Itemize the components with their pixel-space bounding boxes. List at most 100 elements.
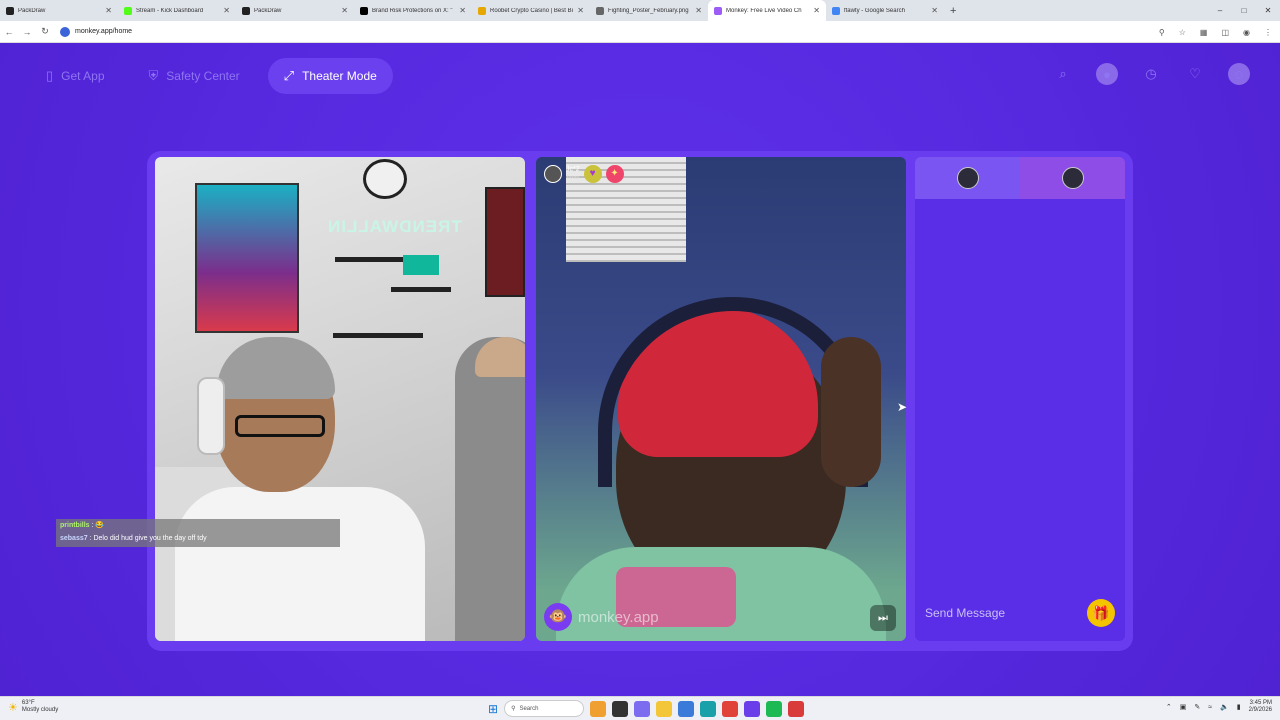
shelf-item xyxy=(403,255,439,275)
chat-tab-remote-user[interactable] xyxy=(1020,157,1125,199)
tab-title: Monkey: Free Live Video Ch xyxy=(726,7,802,14)
app-icon[interactable] xyxy=(634,700,651,717)
shield-icon: ⛨ xyxy=(148,68,159,83)
messenger-icon[interactable] xyxy=(744,700,761,717)
site-info-icon[interactable] xyxy=(60,26,70,37)
heart-icon[interactable]: ♥ xyxy=(583,165,602,183)
tab-favicon-icon xyxy=(478,6,486,15)
battery-icon[interactable]: ▮ xyxy=(1237,703,1241,711)
overlay-chat-message: Delo did hud give you the day off tdy xyxy=(93,535,207,542)
tab-close-icon[interactable]: ✕ xyxy=(695,6,702,15)
chat-footer: 🎁 xyxy=(915,585,1125,641)
browser-tab[interactable]: Monkey: Free Live Video Ch ✕ xyxy=(708,0,826,21)
messages-icon[interactable]: ♡ xyxy=(1184,63,1206,85)
address-bar-actions: ⚲ ☆ ▦ ◫ ◉ ⋮ xyxy=(1159,21,1272,43)
profile-icon[interactable]: ◉ xyxy=(1243,28,1250,37)
extensions-icon[interactable]: ▦ xyxy=(1200,28,1208,37)
user-avatar-icon[interactable]: ☺ xyxy=(1228,63,1250,85)
expand-icon: ⤢ xyxy=(283,68,295,83)
tab-favicon-icon xyxy=(360,6,368,15)
video-stage: TRENDWALLIN Jc*2 Texas ♥ ✦ 🐵 monkey.app … xyxy=(147,151,1133,651)
tab-close-icon[interactable]: ✕ xyxy=(813,6,820,15)
remote-user-location: Texas xyxy=(566,175,580,181)
history-icon[interactable]: ◷ xyxy=(1140,63,1162,85)
minimize-button[interactable]: – xyxy=(1208,6,1232,15)
bookmark-star-icon[interactable]: ☆ xyxy=(1179,28,1186,37)
overlay-chat-line: sebass7 : Delo did hud give you the day … xyxy=(60,535,207,542)
file-explorer-icon[interactable] xyxy=(656,700,673,717)
tab-close-icon[interactable]: ✕ xyxy=(341,6,348,15)
remote-user-info: Jc*2 Texas xyxy=(566,166,580,182)
tab-close-icon[interactable]: ✕ xyxy=(459,6,466,15)
zoom-icon[interactable]: ⚲ xyxy=(1159,28,1165,37)
edge-icon[interactable] xyxy=(700,700,717,717)
hand xyxy=(821,337,881,487)
top-nav: ▯ Get App ⛨ Safety Center ⤢ Theater Mode xyxy=(30,58,393,94)
copilot-icon[interactable] xyxy=(590,700,607,717)
url-field[interactable]: monkey.app/home xyxy=(60,26,133,37)
beanie xyxy=(217,337,335,399)
menu-icon[interactable]: ⋮ xyxy=(1264,28,1272,37)
tab-title: ffawty - Google Search xyxy=(844,7,905,14)
chrome-icon[interactable] xyxy=(722,700,739,717)
system-clock[interactable]: 3:45 PM 2/9/2026 xyxy=(1249,700,1272,714)
tab-title: PackDraw xyxy=(254,7,282,14)
wifi-icon[interactable]: ≈ xyxy=(1208,704,1212,711)
new-tab-button[interactable]: + xyxy=(950,5,956,17)
skip-next-button[interactable]: ⏭ xyxy=(870,605,896,631)
split-view-icon[interactable]: ◫ xyxy=(1221,28,1229,37)
taskbar-apps: ⊞ ⚲ Search xyxy=(488,700,805,717)
clock-date: 2/9/2026 xyxy=(1248,707,1272,713)
spotify-icon[interactable] xyxy=(766,700,783,717)
browser-tab[interactable]: PackDraw ✕ xyxy=(0,0,118,21)
url-text: monkey.app/home xyxy=(75,28,133,35)
overlay-chat-message: 😂 xyxy=(95,522,105,529)
nav-safety-center-button[interactable]: ⛨ Safety Center xyxy=(133,58,256,94)
tab-close-icon[interactable]: ✕ xyxy=(105,6,112,15)
overlay-chat-user: sebass7 xyxy=(60,535,88,542)
gift-button[interactable]: 🎁 xyxy=(1087,599,1115,627)
tab-close-icon[interactable]: ✕ xyxy=(931,6,938,15)
reload-icon[interactable]: ↻ xyxy=(36,26,54,37)
chat-panel: 🎁 xyxy=(915,157,1125,641)
close-window-button[interactable]: ✕ xyxy=(1256,6,1280,15)
pen-icon[interactable]: ✎ xyxy=(1194,703,1200,711)
send-message-input[interactable] xyxy=(925,606,1087,620)
profile-avatar-icon[interactable]: ● xyxy=(1096,63,1118,85)
browser-tab[interactable]: Brand Risk Protections on X: " ✕ xyxy=(354,0,472,21)
chrome-alt-icon[interactable] xyxy=(788,700,805,717)
tray-app-icon[interactable]: ▣ xyxy=(1180,703,1187,711)
remote-user-badge[interactable]: Jc*2 Texas ♥ ✦ xyxy=(544,165,624,183)
nav-get-app-button[interactable]: ▯ Get App xyxy=(30,58,121,94)
browser-tab[interactable]: Fighting_Poster_February.png ✕ xyxy=(590,0,708,21)
nav-label: Get App xyxy=(61,69,105,83)
windows-start-icon[interactable]: ⊞ xyxy=(488,702,498,716)
maximize-button[interactable]: □ xyxy=(1232,6,1256,15)
mouse-cursor-icon: ➤ xyxy=(897,400,908,414)
second-person xyxy=(455,337,525,641)
badge-icon[interactable]: ✦ xyxy=(605,165,624,183)
browser-tab[interactable]: ffawty - Google Search ✕ xyxy=(826,0,944,21)
tab-favicon-icon xyxy=(242,6,250,15)
search-icon: ⚲ xyxy=(511,706,516,712)
browser-tab[interactable]: PackDraw ✕ xyxy=(236,0,354,21)
browser-tab[interactable]: Roobet Crypto Casino | Best Bi ✕ xyxy=(472,0,590,21)
wall-clock xyxy=(363,159,407,199)
volume-icon[interactable]: 🔈 xyxy=(1220,703,1229,711)
photos-icon[interactable] xyxy=(678,700,695,717)
chat-tab-local-user[interactable] xyxy=(915,157,1020,199)
nav-theater-mode-button[interactable]: ⤢ Theater Mode xyxy=(267,58,393,94)
search-icon[interactable]: ⌕ xyxy=(1052,63,1074,85)
local-user-avatar xyxy=(956,167,979,189)
task-view-icon[interactable] xyxy=(612,700,629,717)
tab-title: PackDraw xyxy=(18,7,46,14)
remote-user-avatar[interactable] xyxy=(544,165,562,183)
back-icon[interactable]: ← xyxy=(0,27,18,37)
tab-close-icon[interactable]: ✕ xyxy=(223,6,230,15)
forward-icon[interactable]: → xyxy=(18,27,36,37)
taskbar-search[interactable]: ⚲ Search xyxy=(504,700,585,717)
weather-widget[interactable]: ☀ 63°F Mostly cloudy xyxy=(8,700,58,714)
browser-tab[interactable]: Stream - Kick Dashboard ✕ xyxy=(118,0,236,21)
tab-close-icon[interactable]: ✕ xyxy=(577,6,584,15)
tray-chevron-icon[interactable]: ⌃ xyxy=(1166,703,1172,711)
